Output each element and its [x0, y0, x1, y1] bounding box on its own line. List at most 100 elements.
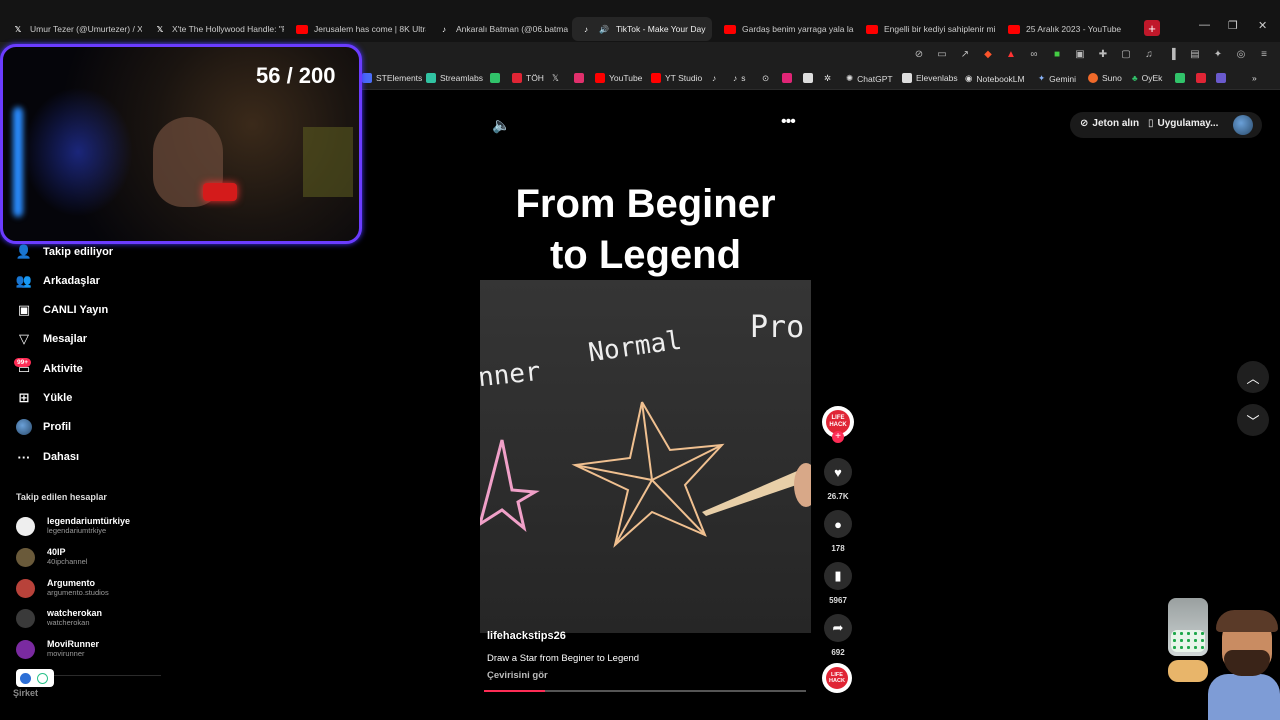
bookmark-youtube[interactable]: YouTube — [595, 73, 642, 83]
bookmark-suno[interactable]: Suno — [1088, 73, 1122, 83]
footer-company-link[interactable]: Şirket — [13, 688, 38, 698]
bookmark-notebooklm[interactable]: ◉ NotebookLM — [965, 73, 1025, 84]
tab-25-aralik[interactable]: 25 Aralık 2023 - YouTube — [1000, 17, 1138, 41]
followed-account[interactable]: legendariumtürkiye legendariumtrkiye — [16, 516, 130, 536]
sidebar-item-more[interactable]: ··· Dahası — [16, 449, 80, 465]
bookmark-label: NotebookLM — [976, 73, 1025, 84]
tab-gardas[interactable]: Gardaş benim yarraga yala la n — [716, 17, 854, 41]
tab-jerusalem[interactable]: Jerusalem has come | 8K Ultra — [288, 17, 426, 41]
bookmark-chatgpt[interactable]: ✺ ChatGPT — [846, 73, 893, 84]
mascot-hand — [1168, 660, 1208, 682]
screenshot-icon[interactable]: ▢ — [1120, 48, 1132, 60]
cast-icon[interactable]: ▭ — [936, 48, 948, 60]
headline-line-1: From Beginer — [515, 182, 776, 226]
bookmark-gemini[interactable]: ✦ Gemini — [1038, 73, 1076, 84]
no-tracking-icon[interactable]: ⊘ — [913, 48, 925, 60]
minimize-icon[interactable]: — — [1199, 19, 1210, 31]
extension-green-icon[interactable]: ■ — [1051, 48, 1063, 60]
user-avatar[interactable] — [1233, 115, 1253, 135]
bookmark-x[interactable]: 𝕏 — [552, 73, 559, 84]
music-icon[interactable]: ♫ — [1143, 48, 1155, 60]
close-icon[interactable]: ✕ — [711, 24, 712, 35]
volume-icon[interactable]: 🔈 — [492, 116, 511, 134]
bookmark-green[interactable] — [1175, 73, 1185, 83]
save-button[interactable]: ▮ — [824, 562, 852, 590]
extensions-puzzle-icon[interactable]: ✚ — [1097, 48, 1109, 60]
sidebar-item-messages[interactable]: ▽ Mesajlar — [16, 331, 87, 347]
sidebar-item-friends[interactable]: 👥 Arkadaşlar — [16, 273, 100, 289]
see-translation-link[interactable]: Çevirisini gör — [487, 670, 548, 681]
video-player[interactable]: nner Normal Pro — [480, 280, 811, 633]
followed-account[interactable]: 40IP 40ipchannel — [16, 547, 87, 567]
youtube-icon — [724, 24, 736, 34]
bookmark-pdf[interactable] — [1196, 73, 1206, 83]
bookmark-toh[interactable]: TÖH — [512, 73, 544, 83]
tab-umur-tezer[interactable]: 𝕏 Umur Tezer (@Umurtezer) / X — [4, 17, 142, 41]
sidebar-icon[interactable]: ▐ — [1166, 48, 1178, 60]
bookmarks-overflow[interactable]: » — [1252, 73, 1257, 83]
sidebar-item-profile[interactable]: Profil — [16, 419, 71, 435]
sidebar-item-following[interactable]: 👤 Takip ediliyor — [16, 244, 113, 260]
restore-icon[interactable]: ❐ — [1228, 19, 1238, 32]
account-handle: legendariumtrkiye — [47, 526, 107, 535]
next-video-button[interactable]: ﹀ — [1237, 404, 1269, 436]
extension-box-icon[interactable]: ▣ — [1074, 48, 1086, 60]
upload-icon: ⊞ — [18, 390, 30, 405]
music-disc[interactable]: LIFE HACK — [822, 663, 852, 693]
brave-shield-icon[interactable]: ◆ — [982, 48, 994, 60]
bookmark-kick[interactable] — [490, 73, 500, 83]
previous-video-button[interactable]: ︿ — [1237, 361, 1269, 393]
tab-ankarali-batman[interactable]: ♪ Ankaralı Batman (@06.batman — [430, 17, 568, 41]
followed-account[interactable]: Argumento argumento.studios — [16, 578, 109, 598]
window-close-icon[interactable]: ✕ — [1258, 19, 1267, 32]
bookmark-oyek[interactable]: ♣ OyEk — [1132, 73, 1162, 83]
more-options-icon[interactable]: ••• — [781, 113, 796, 131]
like-button[interactable]: ♥ — [824, 458, 852, 486]
wallet-icon[interactable]: ▤ — [1189, 48, 1201, 60]
wall-poster — [303, 127, 353, 197]
comment-button[interactable]: ● — [824, 510, 852, 538]
new-tab-button[interactable]: + — [1144, 20, 1160, 36]
tab-tiktok-active[interactable]: ♪ 🔊 TikTok - Make Your Day ✕ — [572, 17, 712, 41]
get-coins-button[interactable]: ⊘ Jeton alın — [1080, 118, 1139, 129]
sidebar-item-label: Aktivite — [43, 363, 83, 375]
bookmark-elevenlabs[interactable]: Elevenlabs — [902, 73, 958, 83]
sidebar-item-upload[interactable]: ⊞ Yükle — [16, 390, 73, 406]
speaker-icon: 🔊 — [599, 24, 609, 34]
bookmark-label: Streamlabs — [440, 73, 483, 83]
followed-account[interactable]: MoviRunner movirunner — [16, 639, 99, 659]
menu-icon[interactable]: ≡ — [1258, 48, 1270, 60]
sidebar-item-label: Mesajlar — [43, 333, 88, 345]
sidebar-item-label: Yükle — [43, 392, 73, 404]
ai-sparkle-icon[interactable]: ✦ — [1212, 48, 1224, 60]
rewards-icon[interactable]: ▲ — [1005, 48, 1017, 60]
tiktok-icon: ♪ — [733, 73, 738, 83]
extension-glasses-icon[interactable]: ∞ — [1028, 48, 1040, 60]
bookmark-pink[interactable] — [782, 73, 792, 83]
sidebar-item-live[interactable]: ▣ CANLI Yayın — [16, 302, 108, 318]
share-button[interactable]: ➦ — [824, 614, 852, 642]
bookmark-tiktok-s[interactable]: ♪ s — [733, 73, 746, 83]
follow-plus-icon[interactable]: + — [832, 431, 844, 443]
extension-toggle[interactable] — [16, 669, 54, 687]
bookmark-streamlabs[interactable]: Streamlabs — [426, 73, 483, 83]
tab-engelli-kedi[interactable]: Engelli bir kediyi sahiplenir mi — [858, 17, 996, 41]
share-icon[interactable]: ↗ — [959, 48, 971, 60]
bookmark-instagram[interactable] — [574, 73, 584, 83]
tab-label: Jerusalem has come | 8K Ultra — [314, 24, 426, 34]
pink-app-icon — [782, 73, 792, 83]
bookmark-purple[interactable] — [1216, 73, 1226, 83]
vpn-icon[interactable]: ◎ — [1235, 48, 1247, 60]
video-progress-bar[interactable] — [484, 690, 806, 692]
x-logo-icon: 𝕏 — [14, 24, 22, 34]
video-author[interactable]: lifehackstips26 — [487, 630, 566, 642]
followed-account[interactable]: watcherokan watcherokan — [16, 608, 102, 628]
bookmark-perplexity[interactable]: ✲ — [824, 73, 831, 84]
bookmark-yt-studio[interactable]: YT Studio — [651, 73, 702, 83]
tab-hollywood-handle[interactable]: 𝕏 X'te The Hollywood Handle: "F — [146, 17, 284, 41]
bookmark-amazon[interactable] — [803, 73, 813, 83]
bookmark-tiktok[interactable]: ♪ — [712, 73, 716, 83]
bookmark-circle[interactable]: ⊙ — [762, 73, 769, 84]
bookmark-stelements[interactable]: STElements — [362, 73, 422, 83]
get-app-button[interactable]: ▯ Uygulamay... — [1148, 118, 1218, 129]
